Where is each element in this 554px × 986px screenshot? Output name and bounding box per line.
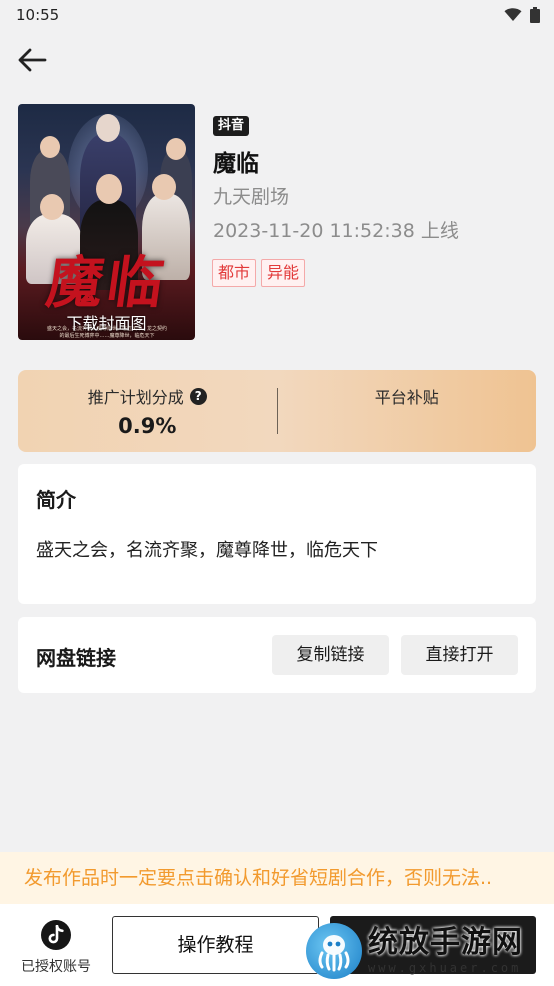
status-time: 10:55 (16, 6, 60, 24)
intro-text: 盛天之会，名流齐聚，魔尊降世，临危天下 (36, 540, 378, 561)
plan-commission-label-row: 推广计划分成 ? (88, 384, 207, 408)
arrow-left-icon (18, 48, 47, 72)
plan-commission: 推广计划分成 ? 0.9% (18, 370, 277, 452)
plan-commission-label: 推广计划分成 (87, 388, 184, 407)
cover-tiny-text-2: 的最后生死博弈中……魔尊降世，临危天下 (59, 333, 155, 339)
tiktok-icon (41, 920, 71, 950)
commission-card: 推广计划分成 ? 0.9% 平台补贴 (18, 370, 536, 452)
release-time: 2023-11-20 11:52:38 上线 (213, 220, 459, 242)
back-button[interactable] (14, 42, 50, 78)
drama-title: 魔临 (213, 151, 259, 177)
platform-subsidy-label: 平台补贴 (374, 388, 439, 407)
cover-figure-bride-head (40, 194, 64, 220)
publish-notice: 发布作品时一定要点击确认和好省短剧合作，否则无法.. (0, 852, 554, 904)
publish-button[interactable] (330, 916, 536, 974)
cover-figure-left-head (40, 136, 60, 158)
cover-figure-right-head (166, 138, 186, 160)
cover-figure-villain-head (96, 114, 120, 142)
cover-calligraphy: 魔临 (42, 250, 172, 316)
platform-badge: 抖音 (213, 116, 250, 136)
netdisk-heading: 网盘链接 (36, 646, 116, 670)
intro-heading: 简介 (36, 488, 76, 512)
netdisk-card: 网盘链接 复制链接 直接打开 (18, 617, 536, 693)
intro-card: 简介 盛天之会，名流齐聚，魔尊降世，临危天下 (18, 464, 536, 604)
tag-list: 都市 异能 (212, 259, 306, 287)
cover-figure-hero-head (96, 174, 122, 204)
battery-icon (530, 7, 540, 23)
cover-poster[interactable]: 魔临 盛天之会，名流齐聚，魔尊降世，临危天下，龙之契约 的最后生死博弈中……魔尊… (18, 104, 195, 340)
platform-subsidy: 平台补贴 (278, 370, 537, 452)
tag-item: 都市 (212, 259, 257, 287)
plan-commission-value: 0.9% (118, 414, 177, 438)
studio-name: 九天剧场 (213, 186, 290, 208)
tutorial-button[interactable]: 操作教程 (112, 916, 319, 974)
copy-link-button[interactable]: 复制链接 (272, 635, 389, 675)
authorized-account-label: 已授权账号 (21, 959, 91, 975)
authorized-account[interactable]: 已授权账号 (14, 920, 98, 976)
open-link-button[interactable]: 直接打开 (401, 635, 518, 675)
cover-figure-girl-head (152, 174, 176, 200)
help-icon[interactable]: ? (189, 387, 207, 405)
status-bar: 10:55 (0, 0, 554, 30)
wifi-icon (504, 8, 522, 21)
tag-item: 异能 (261, 259, 306, 287)
download-cover-label[interactable]: 下载封面图 (18, 310, 195, 334)
status-icons (504, 7, 540, 23)
bottom-bar: 已授权账号 操作教程 (0, 904, 554, 986)
